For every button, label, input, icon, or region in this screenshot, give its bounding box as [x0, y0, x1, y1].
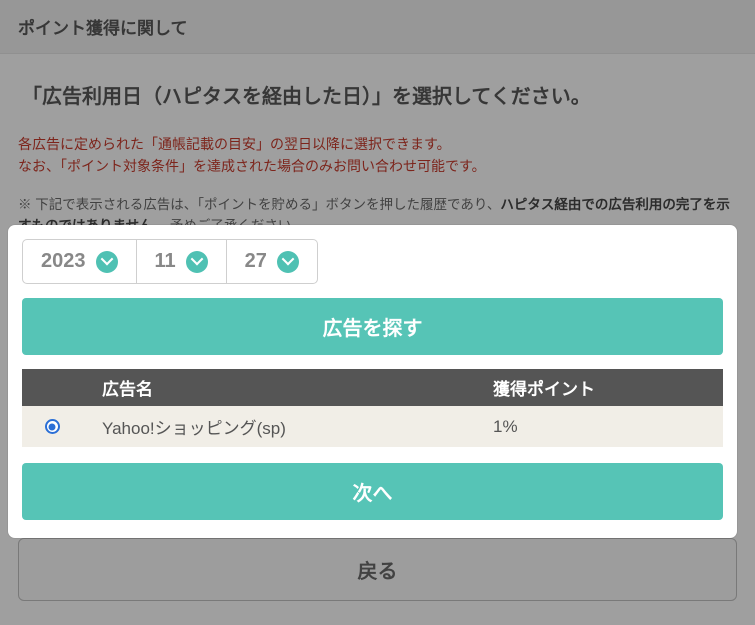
radio-input[interactable] — [45, 419, 60, 434]
main-heading: 「広告利用日（ハピタスを経由した日）」を選択してください。 — [22, 80, 737, 109]
modal-card: 2023 11 27 広告を探す 広告名 獲得ポイント Yahoo!ショッピング… — [8, 225, 737, 538]
year-value: 2023 — [41, 250, 86, 273]
day-select[interactable]: 27 — [227, 239, 318, 284]
table-header-points: 獲得ポイント — [493, 375, 723, 400]
month-select[interactable]: 11 — [137, 239, 227, 284]
day-value: 27 — [245, 250, 267, 273]
back-button[interactable]: 戻る — [18, 538, 737, 601]
gray-note-prefix: ※ 下記で表示される広告は、「ポイントを貯める」ボタンを押した履歴であり、 — [18, 197, 500, 212]
back-button-label: 戻る — [358, 561, 398, 583]
page-title: ポイント獲得に関して — [18, 19, 188, 38]
page-header: ポイント獲得に関して — [0, 0, 755, 54]
date-selector: 2023 11 27 — [22, 239, 723, 284]
red-note-line1: 各広告に定められた「通帳記載の目安」の翌日以降に選択できます。 — [18, 133, 737, 155]
ad-points: 1% — [493, 417, 723, 437]
ad-name: Yahoo!ショッピング(sp) — [82, 414, 493, 439]
chevron-down-icon — [96, 251, 118, 273]
next-button-label: 次へ — [353, 483, 393, 505]
next-button[interactable]: 次へ — [22, 463, 723, 520]
table-header-radio — [22, 375, 82, 400]
search-ads-button[interactable]: 広告を探す — [22, 298, 723, 355]
search-ads-label: 広告を探す — [323, 318, 423, 340]
red-note: 各広告に定められた「通帳記載の目安」の翌日以降に選択できます。 なお、「ポイント… — [18, 133, 737, 178]
table-row[interactable]: Yahoo!ショッピング(sp) 1% — [22, 406, 723, 447]
table-header-name: 広告名 — [82, 375, 493, 400]
year-select[interactable]: 2023 — [22, 239, 137, 284]
table-header: 広告名 獲得ポイント — [22, 369, 723, 406]
red-note-line2: なお、「ポイント対象条件」を達成された場合のみお問い合わせ可能です。 — [18, 155, 737, 177]
chevron-down-icon — [277, 251, 299, 273]
month-value: 11 — [155, 250, 176, 273]
chevron-down-icon — [186, 251, 208, 273]
